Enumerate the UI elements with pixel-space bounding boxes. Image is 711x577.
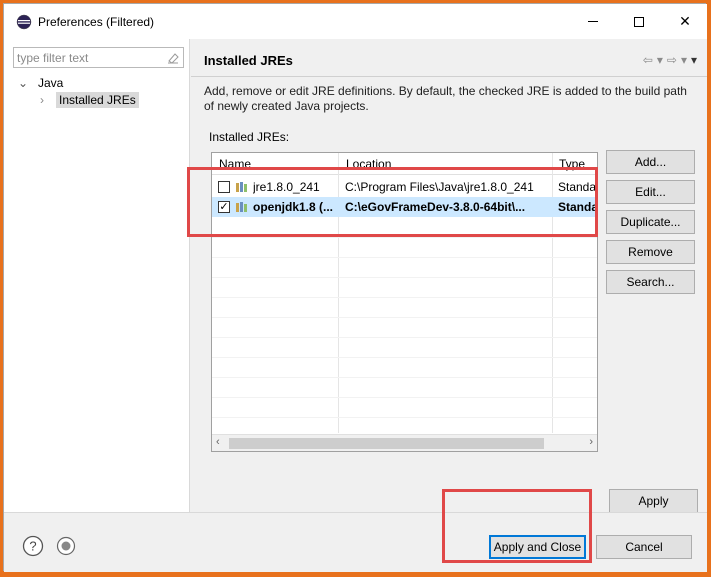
chevron-right-icon[interactable]: › [40,93,50,107]
row-type: Standa [558,180,597,194]
duplicate-button[interactable]: Duplicate... [606,210,695,234]
page-title: Installed JREs [204,53,293,68]
scroll-right-icon[interactable]: › [589,436,593,448]
scroll-left-icon[interactable]: ‹ [216,436,220,448]
row-checkbox[interactable]: ✓ [218,201,230,213]
forward-menu-chevron-icon[interactable]: ▾ [681,53,687,67]
maximize-button[interactable] [616,4,662,39]
tree-item-installed-jres-label: Installed JREs [56,92,139,108]
table-header: Name Location Type [212,153,597,175]
page-navigation: ⇦ ▾ ⇨ ▾ ▾ [643,53,697,67]
eclipse-icon [16,14,32,30]
table-row[interactable]: jre1.8.0_241 C:\Program Files\Java\jre1.… [212,177,597,197]
filter-input[interactable] [17,50,162,65]
maximize-icon [634,16,644,27]
edit-button[interactable]: Edit... [606,180,695,204]
jre-library-icon [236,202,247,212]
row-location: C:\eGovFrameDev-3.8.0-64bit\... [345,200,526,214]
tree-item-java[interactable]: ⌄ Java [18,76,63,90]
preference-tree-pane: ⌄ Java › Installed JREs [4,39,190,512]
table-row[interactable]: ✓ openjdk1.8 (... C:\eGovFrameDev-3.8.0-… [212,197,598,217]
back-arrow-icon[interactable]: ⇦ [643,53,653,67]
minimize-button[interactable] [570,4,616,39]
header-divider [191,76,707,77]
row-gridline [212,417,597,418]
svg-text:?: ? [29,539,36,554]
horizontal-scrollbar[interactable]: ‹ › [212,434,597,451]
jre-table: Name Location Type jre1.8.0_241 C:\Progr… [211,152,598,452]
row-type: Standa [558,200,598,214]
row-gridline [212,337,597,338]
row-gridline [212,297,597,298]
view-menu-icon[interactable]: ▾ [691,53,697,67]
filter-box [13,47,184,68]
close-button[interactable]: ✕ [662,4,708,39]
installed-jres-page: Installed JREs ⇦ ▾ ⇨ ▾ ▾ Add, remove or … [191,39,707,513]
preferences-window: Preferences (Filtered) ✕ ⌄Java ›Installe… [3,3,707,572]
row-name: openjdk1.8 (... [253,200,334,214]
row-location: C:\Program Files\Java\jre1.8.0_241 [345,180,534,194]
tree-item-java-label: Java [38,76,64,90]
row-checkbox[interactable] [218,181,230,193]
window-title: Preferences (Filtered) [38,15,155,29]
row-gridline [212,237,597,238]
row-name: jre1.8.0_241 [253,180,320,194]
apply-button[interactable]: Apply [609,489,698,513]
row-gridline [212,377,597,378]
tree-item-installed-jres[interactable]: › Installed JREs [40,92,139,108]
page-description: Add, remove or edit JRE definitions. By … [204,84,687,113]
close-icon: ✕ [679,13,691,29]
add-button[interactable]: Add... [606,150,695,174]
help-icon[interactable]: ? [22,535,44,557]
installed-jres-label: Installed JREs: [209,130,290,144]
row-gridline [212,357,597,358]
minimize-icon [588,21,598,22]
import-export-icon[interactable] [56,536,76,556]
row-gridline [212,397,597,398]
chevron-down-icon[interactable]: ⌄ [18,76,28,90]
jre-library-icon [236,182,247,192]
row-gridline [212,257,597,258]
title-bar: Preferences (Filtered) ✕ [4,4,707,39]
row-gridline [212,277,597,278]
apply-and-close-button[interactable]: Apply and Close [489,535,586,559]
forward-arrow-icon[interactable]: ⇨ [667,53,677,67]
dialog-button-bar: ? Apply and Close Cancel [4,512,707,572]
back-menu-chevron-icon[interactable]: ▾ [657,53,663,67]
row-gridline [212,317,597,318]
column-header-name[interactable]: Name [219,157,251,171]
scrollbar-thumb[interactable] [229,438,544,449]
remove-button[interactable]: Remove [606,240,695,264]
column-header-type[interactable]: Type [559,157,585,171]
search-button[interactable]: Search... [606,270,695,294]
column-header-location[interactable]: Location [346,157,391,171]
clear-filter-icon[interactable] [166,51,180,65]
cancel-button[interactable]: Cancel [596,535,692,559]
